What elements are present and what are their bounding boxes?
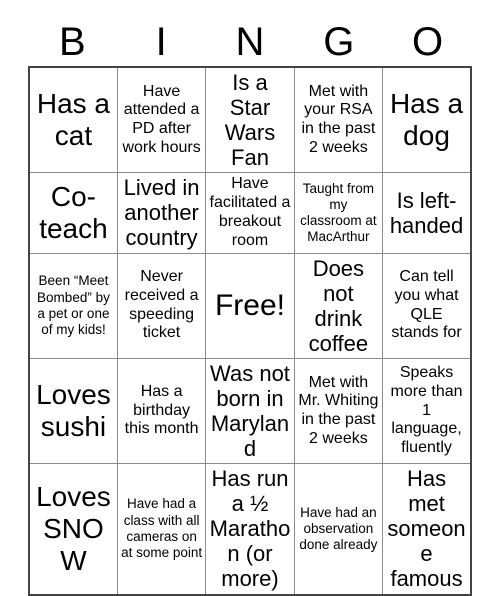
bingo-cell-label: Does not drink coffee <box>308 255 369 356</box>
bingo-cell[interactable]: Have attended a PD after work hours <box>116 66 207 174</box>
bingo-cell-label: Has a dog <box>389 88 464 152</box>
bingo-cell[interactable]: Taught from my classroom at MacArthur <box>293 172 384 254</box>
bingo-cell-label: Has a cat <box>36 88 111 152</box>
bingo-cell[interactable]: Has a cat <box>28 66 118 174</box>
bingo-cell[interactable]: Has met someone famous <box>382 463 472 596</box>
bingo-row: Been “Meet Bombed” by a pet or one of my… <box>28 252 472 359</box>
bingo-cell[interactable]: Been “Meet Bombed” by a pet or one of my… <box>28 252 118 359</box>
bingo-cell[interactable]: Speaks more than 1 language, fluently <box>382 357 472 465</box>
bingo-cell-label: Have facilitated a breakout room <box>209 175 291 249</box>
bingo-row: Loves SNOW Have had a class with all cam… <box>28 463 472 596</box>
bingo-cell[interactable]: Met with Mr. Whiting in the past 2 weeks <box>293 357 384 465</box>
bingo-header-letter-b: B <box>59 20 86 64</box>
bingo-cell-label: Free! <box>214 289 285 323</box>
bingo-cell[interactable]: Lived in another country <box>116 172 207 254</box>
bingo-cell-label: Have attended a PD after work hours <box>122 82 201 156</box>
bingo-cell[interactable]: Does not drink coffee <box>293 252 384 359</box>
bingo-cell-label: Has a birthday this month <box>124 382 199 438</box>
bingo-header-letter-i: I <box>155 20 167 64</box>
bingo-cell-label: Co-teach <box>39 181 108 244</box>
bingo-cell[interactable]: Has a dog <box>382 66 472 174</box>
bingo-cell-label: Taught from my classroom at MacArthur <box>300 180 377 245</box>
bingo-card: B I N G O Has a cat Have attended a PD a… <box>28 18 472 596</box>
bingo-cell-label: Has met someone famous <box>387 466 466 592</box>
bingo-cell[interactable]: Can tell you what QLE stands for <box>382 252 472 359</box>
bingo-cell-label: Can tell you what QLE stands for <box>391 268 462 342</box>
bingo-cell-label: Has run a ½ Marathon (or more) <box>209 466 291 592</box>
bingo-cell-label: Met with your RSA in the past 2 weeks <box>301 82 376 156</box>
bingo-cell[interactable]: Loves SNOW <box>28 463 118 596</box>
bingo-cell-label: Met with Mr. Whiting in the past 2 weeks <box>298 373 379 447</box>
bingo-header-letter-g: G <box>323 20 355 64</box>
bingo-cell-label: Have had a class with all cameras on at … <box>121 496 203 561</box>
bingo-cell[interactable]: Met with your RSA in the past 2 weeks <box>293 66 384 174</box>
bingo-cell-label: Never received a speeding ticket <box>124 268 199 342</box>
bingo-row: Has a cat Have attended a PD after work … <box>28 66 472 174</box>
bingo-header-row: B I N G O <box>28 18 472 66</box>
bingo-cell-label: Is left-handed <box>389 187 464 238</box>
bingo-cell-label: Have had an observation done already <box>299 504 378 552</box>
bingo-cell[interactable]: Has run a ½ Marathon (or more) <box>205 463 295 596</box>
bingo-cell[interactable]: Have facilitated a breakout room <box>205 172 295 254</box>
bingo-cell-label: Loves SNOW <box>36 481 111 576</box>
bingo-cell[interactable]: Never received a speeding ticket <box>116 252 207 359</box>
bingo-cell-label: Was not born in Maryland <box>210 360 290 462</box>
bingo-cell-label: Lived in another country <box>123 175 200 251</box>
bingo-cell[interactable]: Have had a class with all cameras on at … <box>116 463 207 596</box>
bingo-cell[interactable]: Is left-handed <box>382 172 472 254</box>
bingo-cell-label: Speaks more than 1 language, fluently <box>390 364 463 457</box>
bingo-cell-free[interactable]: Free! <box>205 252 295 359</box>
bingo-cell[interactable]: Was not born in Maryland <box>205 357 295 465</box>
bingo-cell[interactable]: Have had an observation done already <box>293 463 384 596</box>
bingo-row: Co-teach Lived in another country Have f… <box>28 172 472 254</box>
bingo-cell[interactable]: Loves sushi <box>28 357 118 465</box>
bingo-cell[interactable]: Co-teach <box>28 172 118 254</box>
bingo-cell-label: Loves sushi <box>36 379 111 443</box>
bingo-header-letter-n: N <box>235 20 265 64</box>
bingo-cell-label: Been “Meet Bombed” by a pet or one of my… <box>37 273 110 337</box>
bingo-grid: Has a cat Have attended a PD after work … <box>28 66 472 596</box>
bingo-header-letter-o: O <box>412 20 444 64</box>
bingo-cell[interactable]: Is a Star Wars Fan <box>205 66 295 174</box>
bingo-row: Loves sushi Has a birthday this month Wa… <box>28 357 472 465</box>
bingo-cell-label: Is a Star Wars Fan <box>224 70 276 171</box>
bingo-cell[interactable]: Has a birthday this month <box>116 357 207 465</box>
